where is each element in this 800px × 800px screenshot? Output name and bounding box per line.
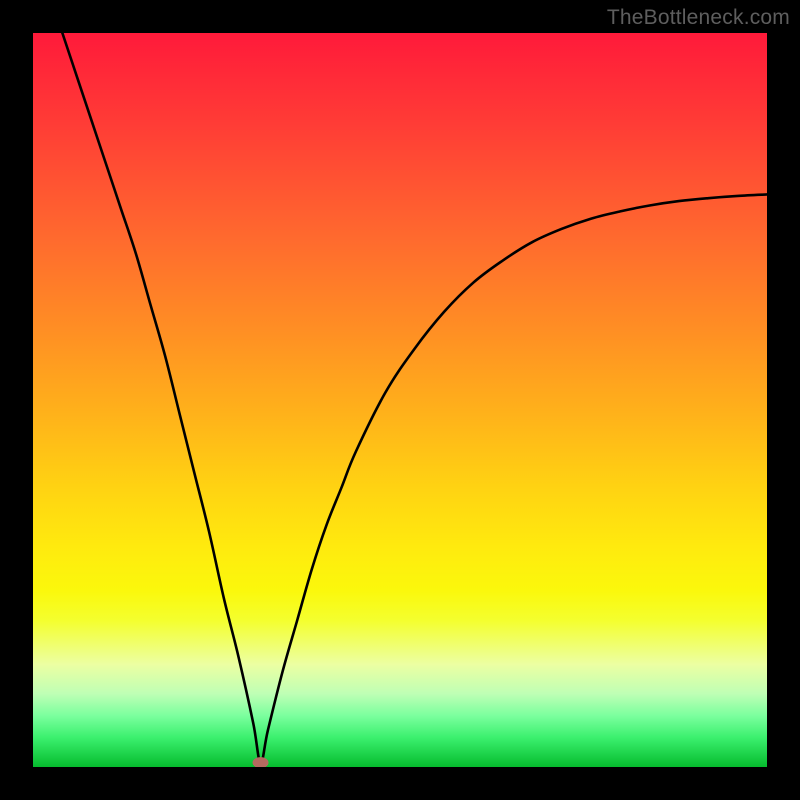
curve-line [62,33,767,763]
plot-area [33,33,767,767]
watermark-text: TheBottleneck.com [607,6,790,30]
chart-frame: TheBottleneck.com [0,0,800,800]
minimum-marker-icon [253,757,269,767]
bottleneck-curve [33,33,767,767]
